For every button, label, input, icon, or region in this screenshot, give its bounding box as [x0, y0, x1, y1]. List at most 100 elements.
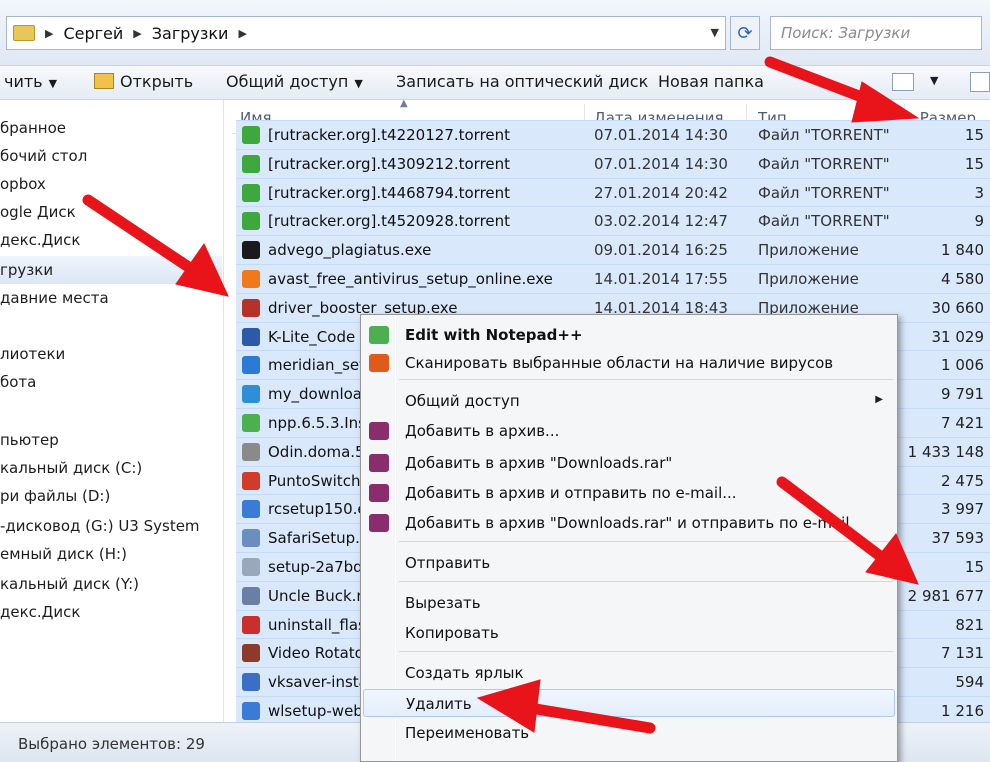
menu-item-icon: [369, 484, 389, 502]
menu-item[interactable]: Общий доступ ▶: [363, 387, 895, 415]
chevron-right-icon[interactable]: ▶: [45, 27, 53, 40]
organize-button[interactable]: чить ▼: [4, 72, 57, 91]
menu-item-label: Создать ярлык: [405, 664, 524, 682]
menu-item[interactable]: Добавить в архив "Downloads.rar" и отпра…: [363, 509, 895, 537]
table-row[interactable]: [rutracker.org].t4468794.torrent 27.01.20…: [236, 177, 990, 207]
menu-item[interactable]: Копировать: [363, 619, 895, 647]
file-size: 4 580: [941, 270, 984, 288]
open-button[interactable]: Открыть: [94, 72, 193, 91]
nav-item[interactable]: ogle Диск: [0, 198, 222, 226]
menu-item[interactable]: Сканировать выбранные области на наличие…: [363, 349, 895, 377]
breadcrumb[interactable]: ▶ Сергей ▶ Загрузки ▶ ▼: [6, 16, 726, 50]
menu-item[interactable]: Вырезать: [363, 589, 895, 617]
menu-item[interactable]: Добавить в архив и отправить по e-mail..…: [363, 479, 895, 507]
menu-item-label: Добавить в архив "Downloads.rar" и отпра…: [405, 514, 850, 532]
file-date: 07.01.2014 14:30: [594, 126, 728, 144]
nav-item[interactable]: декс.Диск: [0, 598, 222, 626]
burn-button[interactable]: Записать на оптический диск: [396, 72, 648, 91]
refresh-button[interactable]: ⟳: [730, 16, 760, 50]
file-icon: [242, 471, 260, 490]
file-size: 3: [974, 183, 984, 202]
file-size: 7 421: [941, 414, 984, 432]
search-input[interactable]: Поиск: Загрузки: [770, 16, 982, 50]
nav-item[interactable]: декс.Диск: [0, 226, 222, 254]
navigation-pane: бранное бочий стол opbox ogle Диск декс.Диск…: [0, 100, 224, 722]
file-size: 31 029: [931, 327, 985, 346]
menu-item-icon: [369, 422, 389, 440]
file-size: 37 593: [931, 529, 985, 548]
nav-item[interactable]: кальный диск (Y:): [0, 570, 222, 598]
menu-item-label: Вырезать: [405, 594, 481, 612]
nav-item[interactable]: кальный диск (C:): [0, 454, 222, 482]
file-name: my_downloa: [268, 385, 362, 404]
breadcrumb-item[interactable]: Загрузки: [152, 24, 229, 43]
preview-pane-icon[interactable]: [970, 72, 990, 92]
file-name: [rutracker.org].t4520928.torrent: [268, 212, 511, 231]
file-name: vksaver-insta: [268, 673, 368, 692]
chevron-down-icon[interactable]: ▼: [711, 26, 719, 39]
nav-item[interactable]: [0, 396, 222, 424]
nav-item[interactable]: пьютер: [0, 426, 222, 454]
file-icon: [242, 644, 260, 663]
share-button[interactable]: Общий доступ ▼: [226, 72, 363, 91]
file-icon: [242, 385, 260, 404]
file-name: advego_plagiatus.exe: [268, 241, 432, 260]
chevron-down-icon: ▼: [354, 77, 363, 90]
nav-item[interactable]: лиотеки: [0, 340, 222, 368]
view-options-icon[interactable]: [892, 73, 914, 91]
chevron-right-icon[interactable]: ▶: [133, 27, 141, 40]
menu-item[interactable]: Отправить ▶: [363, 549, 895, 577]
nav-item[interactable]: грузки: [0, 256, 222, 284]
menu-separator: [399, 379, 893, 380]
nav-item[interactable]: емный диск (H:): [0, 540, 222, 568]
file-size: 9: [974, 212, 984, 231]
sort-up-icon: ▲: [400, 98, 408, 109]
file-date: 03.02.2014 12:47: [594, 212, 728, 231]
organize-label: чить: [4, 72, 43, 91]
nav-item[interactable]: бранное: [0, 114, 222, 142]
nav-item[interactable]: opbox: [0, 170, 222, 198]
table-row[interactable]: advego_plagiatus.exe 09.01.2014 16:25 Прил…: [236, 235, 990, 265]
file-size: 1 433 148: [907, 442, 984, 461]
file-size: 15: [964, 154, 984, 173]
nav-item[interactable]: бота: [0, 368, 222, 396]
menu-item-label: Добавить в архив "Downloads.rar": [405, 454, 673, 472]
file-name: Odin.doma.5: [268, 442, 365, 461]
chevron-down-icon[interactable]: ▼: [930, 74, 938, 87]
menu-item-label: Переименовать: [405, 724, 530, 742]
file-type: Приложение: [758, 241, 859, 260]
table-row[interactable]: avast_free_antivirus_setup_online.exe 14.…: [236, 264, 990, 293]
command-bar: чить ▼ Открыть Общий доступ ▼ Записать на …: [0, 66, 990, 100]
menu-item[interactable]: Создать ярлык: [363, 659, 895, 687]
nav-item[interactable]: давние места: [0, 284, 222, 312]
file-size: 594: [955, 673, 984, 692]
table-row[interactable]: [rutracker.org].t4520928.torrent 03.02.20…: [236, 206, 990, 236]
file-date: 07.01.2014 14:30: [594, 154, 728, 173]
file-size: 9 791: [941, 385, 984, 404]
breadcrumb-item[interactable]: Сергей: [63, 24, 123, 43]
file-icon: [242, 702, 260, 720]
table-row[interactable]: [rutracker.org].t4309212.torrent 07.01.20…: [236, 148, 990, 178]
file-size: 1 840: [941, 241, 984, 260]
file-type: Файл "TORRENT": [758, 212, 890, 231]
file-date: 09.01.2014 16:25: [594, 241, 728, 260]
menu-item[interactable]: Переименовать: [363, 719, 895, 747]
table-row[interactable]: [rutracker.org].t4220127.torrent 07.01.20…: [236, 120, 990, 149]
file-name: [rutracker.org].t4220127.torrent: [268, 126, 511, 144]
file-size: 7 131: [941, 644, 984, 663]
menu-item[interactable]: Удалить: [363, 689, 895, 717]
menu-item[interactable]: Edit with Notepad++: [363, 321, 895, 349]
new-folder-button[interactable]: Новая папка: [658, 72, 764, 91]
nav-item[interactable]: [0, 312, 222, 340]
nav-item[interactable]: ри файлы (D:): [0, 482, 222, 510]
file-size: 15: [964, 558, 984, 576]
nav-item[interactable]: бочий стол: [0, 142, 222, 170]
file-icon: [242, 500, 260, 519]
file-icon: [242, 529, 260, 548]
file-name: [rutracker.org].t4468794.torrent: [268, 183, 511, 202]
nav-item[interactable]: -дисковод (G:) U3 System: [0, 512, 222, 540]
chevron-right-icon[interactable]: ▶: [238, 27, 246, 40]
file-name: setup-2a7bd: [268, 558, 363, 576]
menu-item[interactable]: Добавить в архив...: [363, 417, 895, 445]
menu-item[interactable]: Добавить в архив "Downloads.rar": [363, 449, 895, 477]
